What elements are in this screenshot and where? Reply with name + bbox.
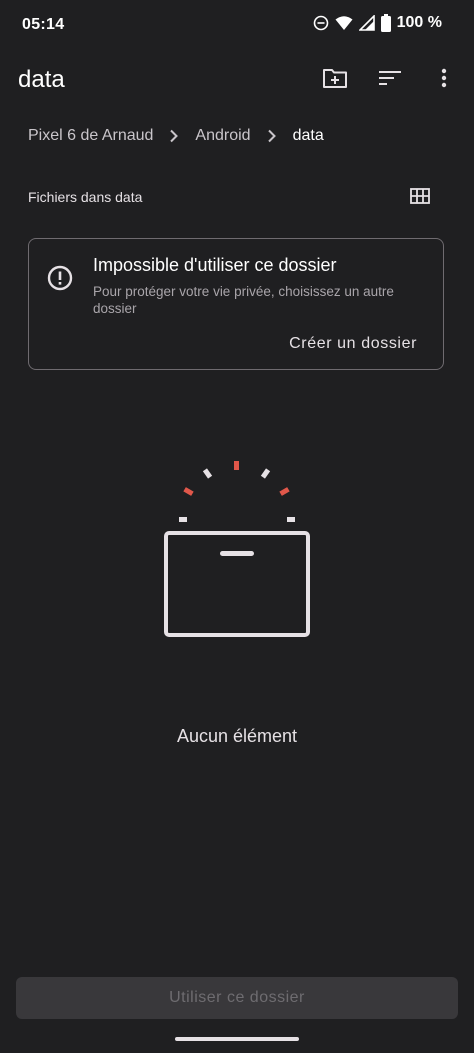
error-icon <box>47 265 73 296</box>
signal-icon <box>358 15 375 31</box>
card-description: Pour protéger votre vie privée, choisiss… <box>93 284 394 316</box>
warning-card: Impossible d'utiliser ce dossier Pour pr… <box>28 238 444 370</box>
sort-button[interactable] <box>370 60 410 100</box>
create-folder-button[interactable]: Créer un dossier <box>289 335 417 353</box>
wifi-icon <box>335 15 353 31</box>
empty-box-icon <box>160 455 314 645</box>
grid-view-icon <box>410 187 430 209</box>
breadcrumb-item-android[interactable]: Android <box>195 127 250 145</box>
home-indicator[interactable] <box>175 1037 299 1041</box>
sort-icon <box>378 69 402 92</box>
chevron-right-icon <box>267 129 277 143</box>
status-time: 05:14 <box>22 16 65 33</box>
more-vert-icon <box>441 68 447 93</box>
breadcrumb: Pixel 6 de Arnaud Android data <box>28 124 324 148</box>
breadcrumb-item-device[interactable]: Pixel 6 de Arnaud <box>28 127 153 145</box>
chevron-right-icon <box>169 129 179 143</box>
new-folder-icon <box>322 67 348 94</box>
more-options-button[interactable] <box>424 60 464 100</box>
app-title: data <box>18 66 65 93</box>
section-title: Fichiers dans data <box>28 189 143 205</box>
breadcrumb-item-data[interactable]: data <box>293 127 324 145</box>
app-bar: data <box>0 52 474 108</box>
grid-view-button[interactable] <box>404 182 436 214</box>
use-folder-button[interactable]: Utiliser ce dossier <box>16 977 458 1019</box>
empty-state-text: Aucun élément <box>176 726 298 746</box>
do-not-disturb-icon <box>313 15 329 31</box>
new-folder-button[interactable] <box>315 60 355 100</box>
battery-level: 100 % <box>396 14 442 31</box>
status-bar: 05:14 100 % <box>0 0 474 52</box>
status-icons: 100 % <box>313 14 442 32</box>
card-title: Impossible d'utiliser ce dossier <box>93 255 337 275</box>
battery-icon <box>380 14 391 32</box>
